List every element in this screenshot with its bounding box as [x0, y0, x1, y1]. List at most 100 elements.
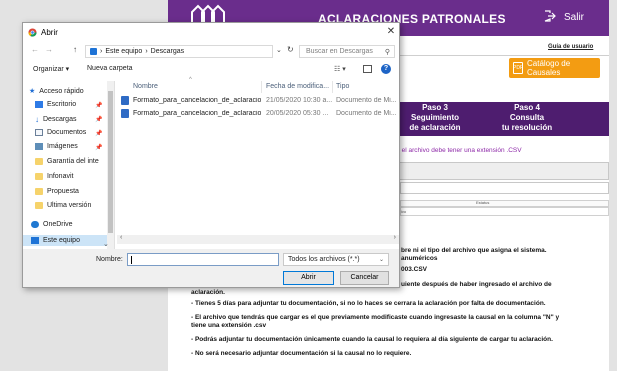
folder-icon — [35, 173, 43, 180]
folder-icon — [35, 202, 43, 209]
sidebar-item-label: Ultima versión — [47, 202, 92, 209]
pdf-icon: PDF — [513, 62, 523, 74]
sidebar-item-documents[interactable]: Documentos — [35, 129, 86, 136]
star-icon: ★ — [29, 88, 36, 95]
catalog-button-label: Catálogo de Causales — [527, 59, 571, 77]
sidebar-item-label: Infonavit — [47, 173, 74, 180]
sidebar-item-label: Descargas — [43, 116, 77, 123]
text-caret — [131, 256, 132, 264]
sidebar-item-label: Este equipo — [43, 237, 80, 244]
info-line: - Tienes 5 días para adjuntar tu documen… — [191, 300, 546, 307]
dialog-footer: Nombre: ⌄ Todos los archivos (*.*) ⌄ Abr… — [23, 249, 399, 287]
pin-icon: 📌 — [95, 131, 103, 137]
catalog-button[interactable]: PDF Catálogo de Causales — [509, 58, 600, 78]
step-4-line1: Paso 4 — [514, 103, 540, 112]
exit-icon[interactable] — [544, 10, 556, 22]
sidebar-item-desktop[interactable]: Escritorio — [35, 101, 76, 108]
step-3[interactable]: Paso 3 Seguimiento de aclaración — [400, 103, 470, 133]
sidebar-item-quick-access[interactable]: ★ Acceso rápido — [29, 87, 84, 96]
download-icon: ↓ — [35, 115, 39, 124]
sidebar-item-onedrive[interactable]: OneDrive — [31, 221, 73, 228]
file-row[interactable]: Formato_para_cancelacion_de_aclaracio...… — [117, 95, 399, 107]
scroll-left-icon[interactable]: ‹ — [120, 234, 122, 241]
filename-input[interactable]: ⌄ — [127, 253, 297, 266]
sidebar-item-label: Garantía del inte — [47, 158, 99, 165]
sidebar-item-folder[interactable]: Infonavit — [35, 173, 73, 180]
navigation-pane: ★ Acceso rápido Escritorio 📌 ↓ Descargas 📌… — [23, 81, 115, 249]
info-line: - No será necesario adjuntar documentaci… — [191, 350, 412, 357]
column-divider[interactable] — [332, 81, 333, 93]
status-table-header: Estatus — [400, 200, 609, 207]
file-type: Documento de Mi... — [336, 97, 396, 104]
sidebar-item-downloads[interactable]: ↓ Descargas — [35, 115, 76, 124]
pin-icon: 📌 — [95, 117, 103, 123]
file-tab[interactable] — [364, 162, 609, 180]
open-button[interactable]: Abrir — [283, 271, 334, 285]
pin-icon: 📌 — [95, 145, 103, 151]
dialog-titlebar[interactable]: Abrir ✕ — [23, 23, 399, 43]
step-3-line1: Paso 3 — [422, 103, 448, 112]
sidebar-item-folder[interactable]: Ultima versión — [35, 202, 91, 209]
sidebar-item-this-pc[interactable]: Este equipo — [31, 237, 80, 244]
upload-field[interactable] — [400, 182, 609, 194]
file-row[interactable]: Formato_para_cancelacion_de_aclaracio...… — [117, 108, 399, 120]
chevron-down-icon[interactable]: ⌄ — [276, 46, 282, 54]
column-divider[interactable] — [261, 81, 262, 93]
breadcrumb-item[interactable]: Descargas — [151, 48, 184, 55]
filetype-value: Todos los archivos (*.*) — [288, 256, 360, 263]
breadcrumb-item[interactable]: Este equipo — [105, 48, 142, 55]
navigation-row: ← → ↑ › Este equipo › Descargas ⌄ ↻ Busc… — [23, 45, 399, 59]
sidebar-item-pictures[interactable]: Imágenes — [35, 143, 78, 150]
status-header-label: Estatus — [476, 200, 490, 205]
sidebar-item-label: Imágenes — [47, 143, 78, 150]
column-header-type[interactable]: Tipo — [336, 83, 349, 90]
word-file-icon — [121, 96, 129, 105]
step-4-line2: Consulta — [509, 113, 545, 122]
sidebar-item-label: Acceso rápido — [39, 87, 84, 95]
sidebar-item-label: Escritorio — [47, 101, 77, 108]
sidebar-item-folder[interactable]: Garantía del inte — [35, 158, 99, 165]
info-line: uiente después de haber ingresado el arc… — [401, 281, 552, 288]
dialog-title: Abrir — [41, 28, 58, 37]
breadcrumb-separator: › — [100, 48, 103, 55]
step-4[interactable]: Paso 4 Consulta tu resolución — [492, 103, 562, 133]
status-table-row: ivo — [400, 207, 609, 216]
preview-pane-icon[interactable] — [363, 65, 372, 73]
step-3-line3: de aclaración — [409, 123, 461, 132]
documents-icon — [35, 129, 43, 136]
cancel-button[interactable]: Cancelar — [340, 271, 389, 285]
column-header-date[interactable]: Fecha de modifica... — [266, 83, 329, 90]
column-header-name[interactable]: Nombre — [133, 83, 158, 90]
file-list: ^ Nombre Fecha de modifica... Tipo Forma… — [117, 77, 399, 241]
address-bar[interactable]: › Este equipo › Descargas — [85, 45, 273, 58]
back-arrow-icon[interactable]: ← — [31, 45, 39, 54]
horizontal-scrollbar[interactable]: ‹ › — [117, 234, 399, 244]
organize-button[interactable]: Organizar ▾ — [33, 65, 69, 73]
nav-scrollbar-thumb[interactable] — [108, 91, 113, 233]
refresh-icon[interactable]: ↻ — [287, 45, 294, 54]
exit-link[interactable]: Salir — [564, 12, 584, 23]
view-options-icon[interactable]: ☷ ▾ — [334, 65, 346, 73]
folder-icon — [35, 188, 43, 195]
close-icon[interactable]: ✕ — [385, 26, 397, 38]
sidebar-item-label: Documentos — [47, 129, 87, 136]
chevron-down-icon[interactable]: ⌄ — [103, 240, 109, 248]
up-arrow-icon[interactable]: ↑ — [73, 45, 77, 54]
forward-arrow-icon[interactable]: → — [45, 45, 53, 54]
sidebar-item-folder[interactable]: Propuesta — [35, 188, 79, 195]
scroll-right-icon[interactable]: › — [394, 234, 396, 241]
user-guide-link[interactable]: Guía de usuario — [548, 44, 593, 50]
pictures-icon — [35, 143, 43, 150]
folder-icon — [35, 158, 43, 165]
sidebar-item-label: Propuesta — [47, 188, 79, 195]
new-folder-button[interactable]: Nueva carpeta — [87, 65, 133, 72]
computer-icon — [31, 237, 39, 244]
desktop-icon — [35, 101, 43, 108]
word-file-icon — [121, 109, 129, 118]
help-icon[interactable]: ? — [381, 64, 391, 74]
filetype-select[interactable]: Todos los archivos (*.*) ⌄ — [283, 253, 389, 266]
search-input[interactable]: Buscar en Descargas ⚲ — [299, 45, 395, 58]
search-placeholder: Buscar en Descargas — [306, 48, 373, 55]
file-name: Formato_para_cancelacion_de_aclaracio... — [133, 110, 261, 117]
search-icon: ⚲ — [384, 49, 390, 56]
